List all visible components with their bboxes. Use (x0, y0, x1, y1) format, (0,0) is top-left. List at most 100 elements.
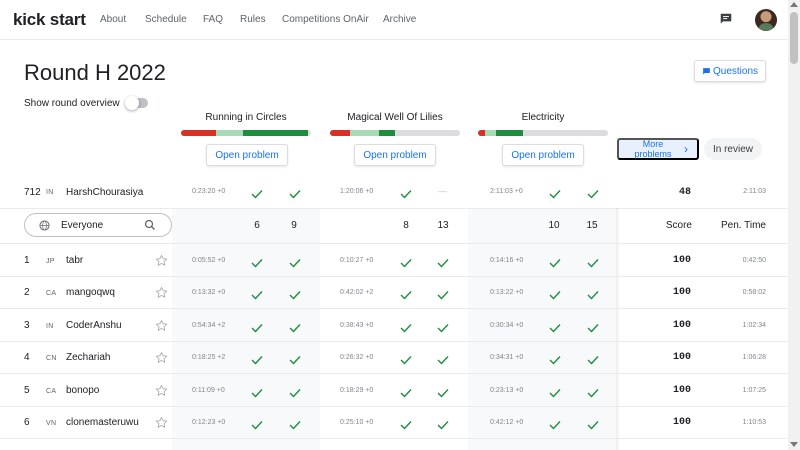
row-rank: 4 (24, 352, 30, 363)
favorite-star-icon[interactable] (155, 351, 168, 364)
row-username[interactable]: tabr (66, 255, 83, 266)
row-divider (0, 341, 788, 342)
row-solve-time: 0:54:34 +2 (192, 322, 226, 329)
progress-partial (349, 130, 380, 136)
row-username[interactable]: bonopo (66, 385, 99, 396)
solved-check-icon (400, 320, 412, 333)
open-problem-1-button[interactable]: Open problem (206, 144, 288, 166)
round-overview-label: Show round overview (24, 98, 120, 109)
solved-check-icon (549, 186, 561, 199)
scrollbar-track[interactable] (788, 0, 800, 450)
favorite-star-icon[interactable] (155, 254, 168, 267)
my-country: IN (46, 189, 54, 196)
solved-check-icon (289, 186, 301, 199)
solved-check-icon (251, 352, 263, 365)
progress-solved (379, 130, 395, 136)
nav-about[interactable]: About (100, 14, 126, 25)
solved-check-icon (289, 385, 301, 398)
solved-count-p1-large: 9 (291, 220, 297, 231)
solved-check-icon (289, 417, 301, 430)
solved-check-icon (437, 417, 449, 430)
solved-check-icon (549, 417, 561, 430)
row-solve-time: 0:42:12 +0 (490, 419, 524, 426)
solved-check-icon (549, 320, 561, 333)
more-problems-button[interactable]: More problems › (617, 138, 699, 160)
row-solve-time: 0:26:32 +0 (340, 354, 374, 361)
open-problem-3-button[interactable]: Open problem (502, 144, 584, 166)
row-username[interactable]: Zechariah (66, 352, 110, 363)
row-score: 100 (672, 287, 691, 298)
row-divider (0, 308, 788, 309)
globe-icon (39, 220, 50, 231)
solved-check-icon (587, 320, 599, 333)
row-solve-time: 0:42:02 +2 (340, 289, 374, 296)
row-solve-time: 0:13:22 +0 (490, 289, 524, 296)
row-rank: 1 (24, 255, 30, 266)
progress-attempted (330, 130, 350, 136)
solved-check-icon (289, 352, 301, 365)
problem-progress-2 (330, 130, 460, 136)
search-icon[interactable] (144, 219, 156, 231)
row-country: VN (46, 420, 57, 427)
favorite-star-icon[interactable] (155, 416, 168, 429)
progress-solved (243, 130, 309, 136)
favorite-star-icon[interactable] (155, 286, 168, 299)
row-country: CA (46, 388, 57, 395)
row-divider (0, 438, 788, 439)
my-rank: 712 (24, 187, 41, 198)
page-title: Round H 2022 (24, 60, 166, 85)
chat-icon[interactable] (719, 12, 733, 26)
site-logo[interactable]: kick start (13, 10, 86, 30)
scrollbar-thumb[interactable] (790, 12, 798, 64)
solved-count-p1-small: 6 (254, 220, 260, 231)
solved-check-icon (251, 287, 263, 300)
row-divider (0, 406, 788, 407)
scoreboard-filter[interactable]: Everyone (24, 213, 172, 237)
favorite-star-icon[interactable] (155, 384, 168, 397)
solved-check-icon (400, 352, 412, 365)
progress-solved (496, 130, 524, 136)
row-penalty-time: 1:07:25 (742, 387, 766, 394)
row-solve-time: 0:13:32 +0 (192, 289, 226, 296)
row-penalty-time: 0:42:50 (742, 257, 766, 264)
row-score: 100 (672, 417, 691, 428)
row-score: 100 (672, 385, 691, 396)
more-problems-label: More problems (634, 139, 672, 159)
questions-button[interactable]: Questions (694, 60, 766, 82)
chevron-right-icon: › (684, 142, 688, 156)
open-problem-2-button[interactable]: Open problem (354, 144, 436, 166)
nav-faq[interactable]: FAQ (203, 14, 223, 25)
solved-check-icon (587, 352, 599, 365)
round-overview-toggle[interactable] (125, 96, 148, 110)
solved-count-p2-large: 13 (437, 220, 449, 231)
solved-check-icon (549, 385, 561, 398)
row-country: CN (46, 355, 57, 362)
row-solve-time: 0:30:34 +0 (490, 322, 524, 329)
problem-progress-1 (181, 130, 311, 136)
nav-schedule[interactable]: Schedule (145, 14, 187, 25)
scroll-down-arrow[interactable] (790, 442, 798, 447)
problem-title-2: Magical Well Of Lilies (347, 112, 443, 123)
penalty-column-header[interactable]: Pen. Time (706, 220, 766, 231)
row-penalty-time: 1:02:34 (742, 322, 766, 329)
row-divider (0, 276, 788, 277)
row-username[interactable]: clonemasteruwu (66, 417, 139, 428)
solved-count-p2-small: 8 (403, 220, 409, 231)
row-solve-time: 0:10:27 +0 (340, 257, 374, 264)
row-country: CA (46, 290, 57, 297)
scroll-up-arrow[interactable] (790, 2, 798, 7)
row-rank: 2 (24, 287, 30, 298)
solved-check-icon (549, 352, 561, 365)
nav-competitions-onair[interactable]: Competitions OnAir (282, 14, 369, 25)
solved-check-icon (251, 255, 263, 268)
favorite-star-icon[interactable] (155, 319, 168, 332)
score-column-header[interactable]: Score (652, 220, 692, 231)
nav-archive[interactable]: Archive (383, 14, 416, 25)
nav-rules[interactable]: Rules (240, 14, 266, 25)
my-username[interactable]: HarshChourasiya (66, 187, 143, 198)
row-username[interactable]: CoderAnshu (66, 320, 122, 331)
user-avatar[interactable] (755, 9, 777, 31)
row-score: 100 (672, 255, 691, 266)
row-username[interactable]: mangoqwq (66, 287, 115, 298)
my-score: 48 (678, 187, 691, 198)
